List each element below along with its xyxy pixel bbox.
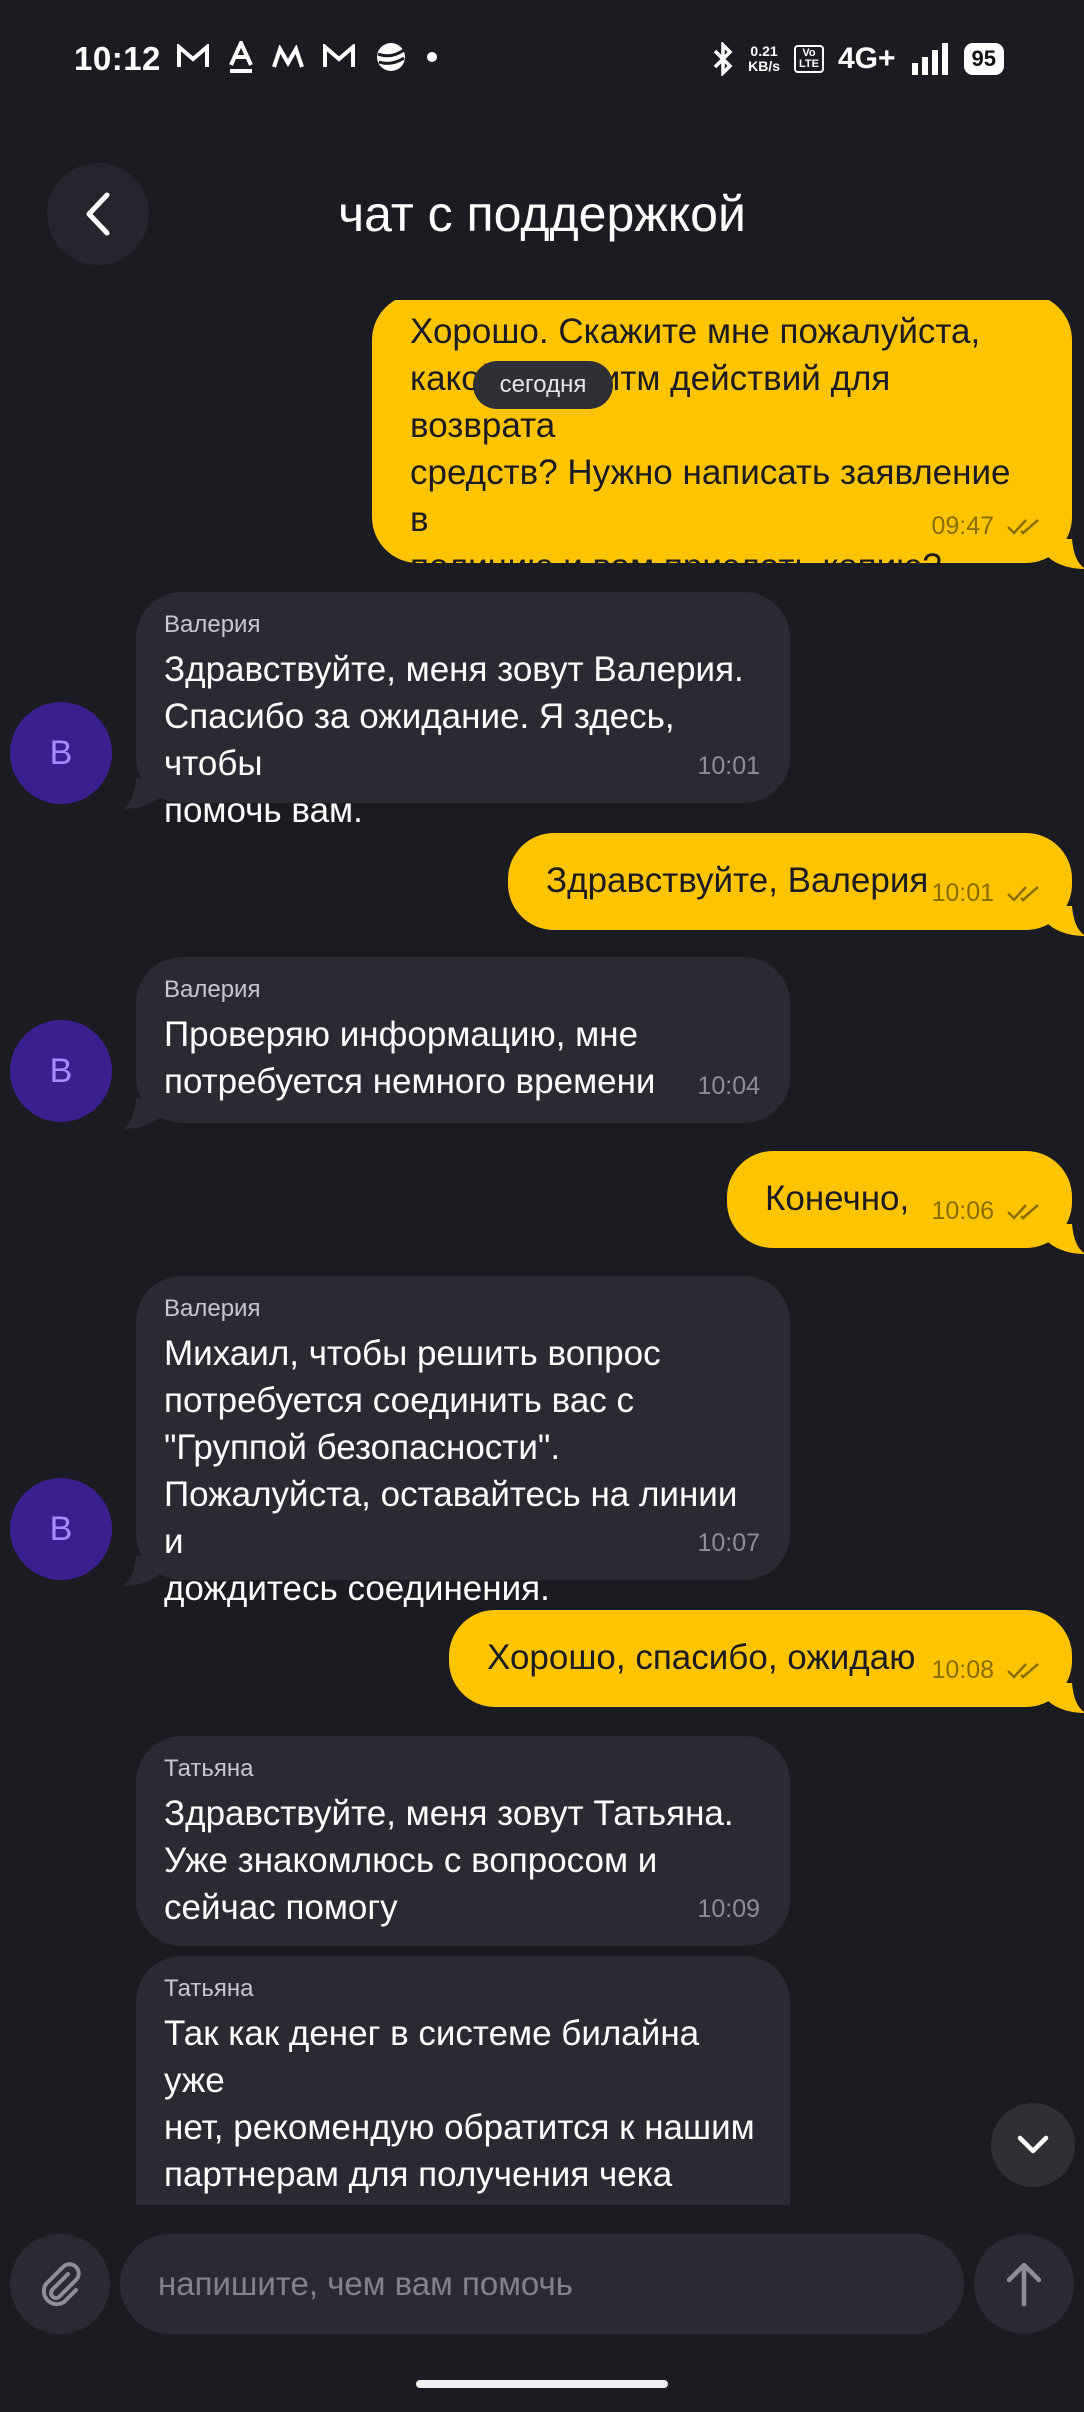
bubble-tail bbox=[122, 1099, 164, 1129]
message-outgoing[interactable]: Хорошо, спасибо, ожидаю 10:08 bbox=[449, 1610, 1084, 1713]
bubble-tail bbox=[122, 779, 164, 809]
attach-button[interactable] bbox=[10, 2234, 110, 2334]
notification-icons bbox=[176, 40, 438, 74]
battery-indicator: 95 bbox=[963, 43, 1004, 75]
avatar: В bbox=[10, 1478, 112, 1580]
globe-app-icon bbox=[377, 43, 405, 71]
signal-icon bbox=[911, 43, 948, 75]
bubble-tail bbox=[122, 1556, 164, 1586]
message-text: Так как денег в системе билайна уже нет,… bbox=[164, 2014, 755, 2205]
paperclip-icon bbox=[41, 2262, 81, 2307]
chat-area[interactable]: Хорошо. Скажите мне пожалуйста, какой ал… bbox=[0, 300, 1084, 2205]
message-meta: 10:07 bbox=[697, 1529, 760, 1558]
double-check-icon bbox=[1007, 1662, 1039, 1679]
bubble-tail bbox=[1044, 906, 1084, 936]
double-check-icon bbox=[1007, 518, 1039, 535]
message-author: Татьяна bbox=[164, 1975, 254, 2002]
home-indicator[interactable] bbox=[416, 2380, 668, 2388]
mail-icon bbox=[323, 44, 355, 67]
message-text: Проверяю информацию, мне потребуется нем… bbox=[164, 1015, 656, 1101]
bubble-tail bbox=[1044, 1683, 1084, 1713]
bluetooth-icon bbox=[713, 42, 733, 76]
message-author: Валерия bbox=[164, 976, 261, 1003]
message-outgoing[interactable]: Здравствуйте, Валерия 10:01 bbox=[508, 833, 1084, 936]
scroll-to-bottom-button[interactable] bbox=[991, 2103, 1075, 2187]
message-text: Здравствуйте, меня зовут Татьяна. Уже зн… bbox=[164, 1794, 734, 1927]
network-speed: 0.21 KB/s bbox=[748, 44, 780, 74]
speed-value: 0.21 bbox=[750, 43, 778, 59]
message-time: 10:09 bbox=[697, 1895, 760, 1923]
message-incoming[interactable]: Валерия Проверяю информацию, мне потребу… bbox=[122, 957, 790, 1129]
status-time: 10:12 bbox=[74, 40, 161, 77]
message-author: Валерия bbox=[164, 1295, 261, 1322]
avatar: В bbox=[10, 1020, 112, 1122]
status-bar: 10:12 0.21 KB/s Vo LTE 4G+ 95 bbox=[0, 0, 1084, 125]
message-text: Здравствуйте, меня зовут Валерия. Спасиб… bbox=[164, 650, 744, 830]
metro-icon bbox=[272, 45, 304, 68]
message-time: 10:08 bbox=[931, 1656, 994, 1684]
message-time: 10:07 bbox=[697, 1529, 760, 1557]
message-meta: 10:01 bbox=[931, 879, 1042, 908]
bubble-tail bbox=[1044, 539, 1084, 569]
date-separator: сегодня bbox=[473, 361, 613, 409]
message-incoming[interactable]: Валерия Михаил, чтобы решить вопрос потр… bbox=[122, 1276, 790, 1608]
system-icons: 0.21 KB/s Vo LTE 4G+ 95 bbox=[712, 42, 1004, 76]
message-meta: 10:09 bbox=[697, 1895, 760, 1924]
message-time: 10:01 bbox=[697, 752, 760, 780]
font-icon bbox=[229, 41, 253, 73]
message-meta: 09:47 bbox=[931, 512, 1042, 541]
network-type: 4G+ bbox=[837, 42, 896, 75]
message-meta: 10:08 bbox=[931, 1656, 1042, 1685]
avatar: В bbox=[10, 702, 112, 804]
message-time: 10:01 bbox=[931, 879, 994, 907]
double-check-icon bbox=[1007, 885, 1039, 902]
message-time: 10:06 bbox=[931, 1197, 994, 1225]
speed-unit: KB/s bbox=[748, 58, 780, 74]
chevron-down-icon bbox=[1017, 2135, 1049, 2154]
message-incoming[interactable]: Татьяна Так как денег в системе билайна … bbox=[136, 1956, 790, 2205]
mail-icon bbox=[177, 44, 209, 67]
double-check-icon bbox=[1007, 1203, 1039, 1220]
message-author: Валерия bbox=[164, 611, 261, 638]
volte-bottom: LTE bbox=[799, 58, 819, 70]
message-incoming[interactable]: Валерия Здравствуйте, меня зовут Валерия… bbox=[122, 592, 790, 830]
message-meta: 10:06 bbox=[931, 1197, 1042, 1226]
message-meta: 10:04 bbox=[697, 1072, 760, 1101]
message-time: 10:04 bbox=[697, 1072, 760, 1100]
message-author: Татьяна bbox=[164, 1755, 254, 1782]
send-button[interactable] bbox=[974, 2234, 1074, 2334]
dot-icon bbox=[427, 52, 437, 62]
message-meta: 10:01 bbox=[697, 752, 760, 781]
message-outgoing[interactable]: Конечно, 10:06 bbox=[727, 1151, 1084, 1254]
message-incoming[interactable]: Татьяна Здравствуйте, меня зовут Татьяна… bbox=[136, 1736, 790, 1946]
volte-badge: Vo LTE bbox=[794, 45, 824, 73]
message-input[interactable] bbox=[120, 2234, 964, 2334]
arrow-up-icon bbox=[1006, 2262, 1042, 2307]
bubble-tail bbox=[1044, 1224, 1084, 1254]
message-text: Михаил, чтобы решить вопрос потребуется … bbox=[164, 1334, 738, 1608]
page-title: чат с поддержкой bbox=[338, 186, 746, 242]
message-outgoing[interactable]: Хорошо. Скажите мне пожалуйста, какой ал… bbox=[372, 300, 1084, 586]
message-text: Хорошо. Скажите мне пожалуйста, какой ал… bbox=[410, 312, 1011, 586]
message-time: 09:47 bbox=[931, 512, 994, 540]
